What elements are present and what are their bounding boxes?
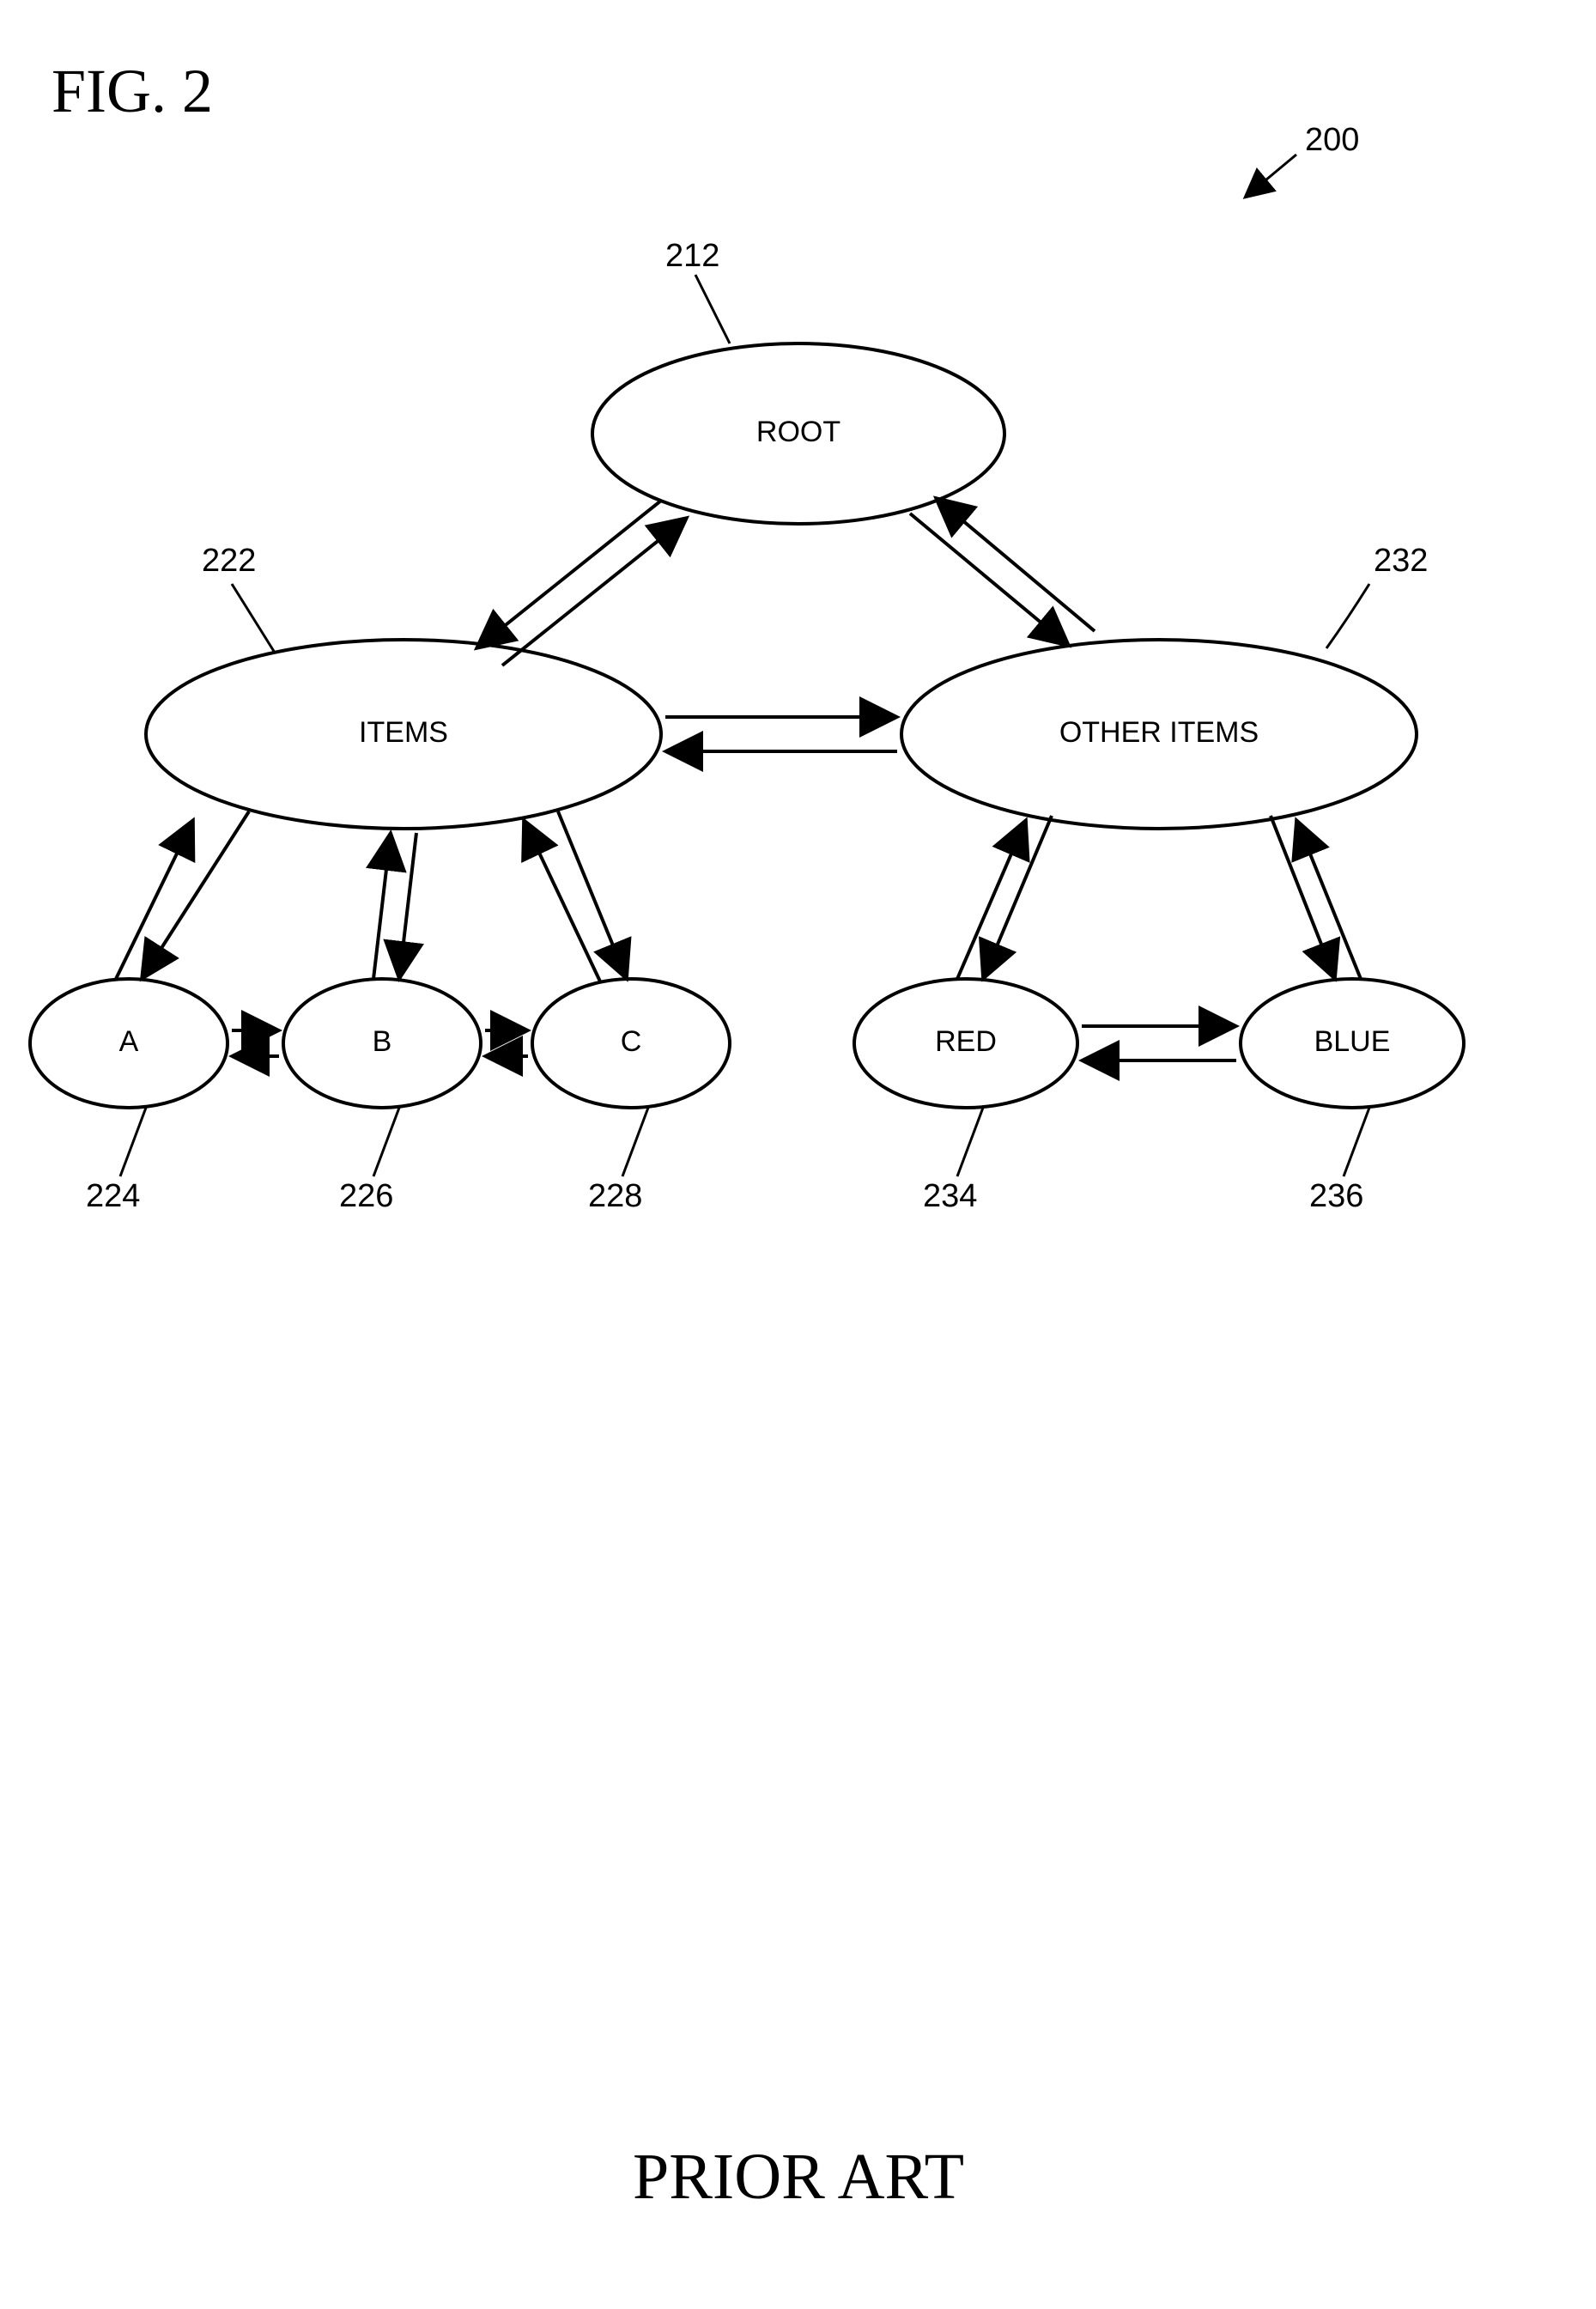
edge-items-to-b: [399, 833, 416, 979]
diagram-ref-label: 200: [1305, 122, 1359, 158]
edge-root-to-items: [476, 501, 661, 648]
node-root-label: ROOT: [756, 416, 840, 448]
node-a-label: A: [119, 1025, 139, 1058]
node-b-ref: 226: [339, 1178, 393, 1214]
node-root-ref-leader: [695, 275, 730, 343]
node-blue-ref-leader: [1344, 1108, 1369, 1176]
node-red-ref-leader: [957, 1108, 983, 1176]
figure-title: FIG. 2: [52, 57, 213, 125]
node-items-ref: 222: [202, 543, 256, 579]
diagram-ref-leader: [1245, 155, 1296, 197]
node-root-ref: 212: [665, 238, 719, 274]
node-c-label: C: [621, 1025, 642, 1058]
edge-blue-to-other: [1296, 820, 1361, 979]
node-c-ref: 228: [588, 1178, 642, 1214]
footer-text: PRIOR ART: [633, 2141, 964, 2213]
node-items-ref-leader: [232, 584, 275, 653]
node-blue-label: BLUE: [1314, 1025, 1391, 1058]
node-other-ref-leader: [1326, 584, 1369, 648]
edge-c-to-items: [524, 820, 601, 983]
node-red-label: RED: [935, 1025, 997, 1058]
edge-a-to-items: [116, 820, 193, 979]
node-items-label: ITEMS: [359, 716, 448, 749]
node-b-label: B: [373, 1025, 392, 1058]
node-a-ref-leader: [120, 1108, 146, 1176]
edge-items-to-root: [502, 518, 687, 665]
edge-root-to-other: [910, 513, 1069, 646]
node-other-label: OTHER ITEMS: [1059, 716, 1259, 749]
node-red-ref: 234: [923, 1178, 977, 1214]
diagram-figure: FIG. 2 200 ROOT 212 ITEMS 222 OTHER ITEM…: [0, 0, 1596, 2309]
node-a-ref: 224: [86, 1178, 140, 1214]
node-other-ref: 232: [1374, 543, 1428, 579]
node-b-ref-leader: [373, 1108, 399, 1176]
edge-items-to-c: [558, 811, 627, 979]
node-c-ref-leader: [622, 1108, 648, 1176]
edge-other-to-root: [936, 498, 1095, 631]
node-blue-ref: 236: [1309, 1178, 1363, 1214]
edge-b-to-items: [373, 833, 391, 979]
